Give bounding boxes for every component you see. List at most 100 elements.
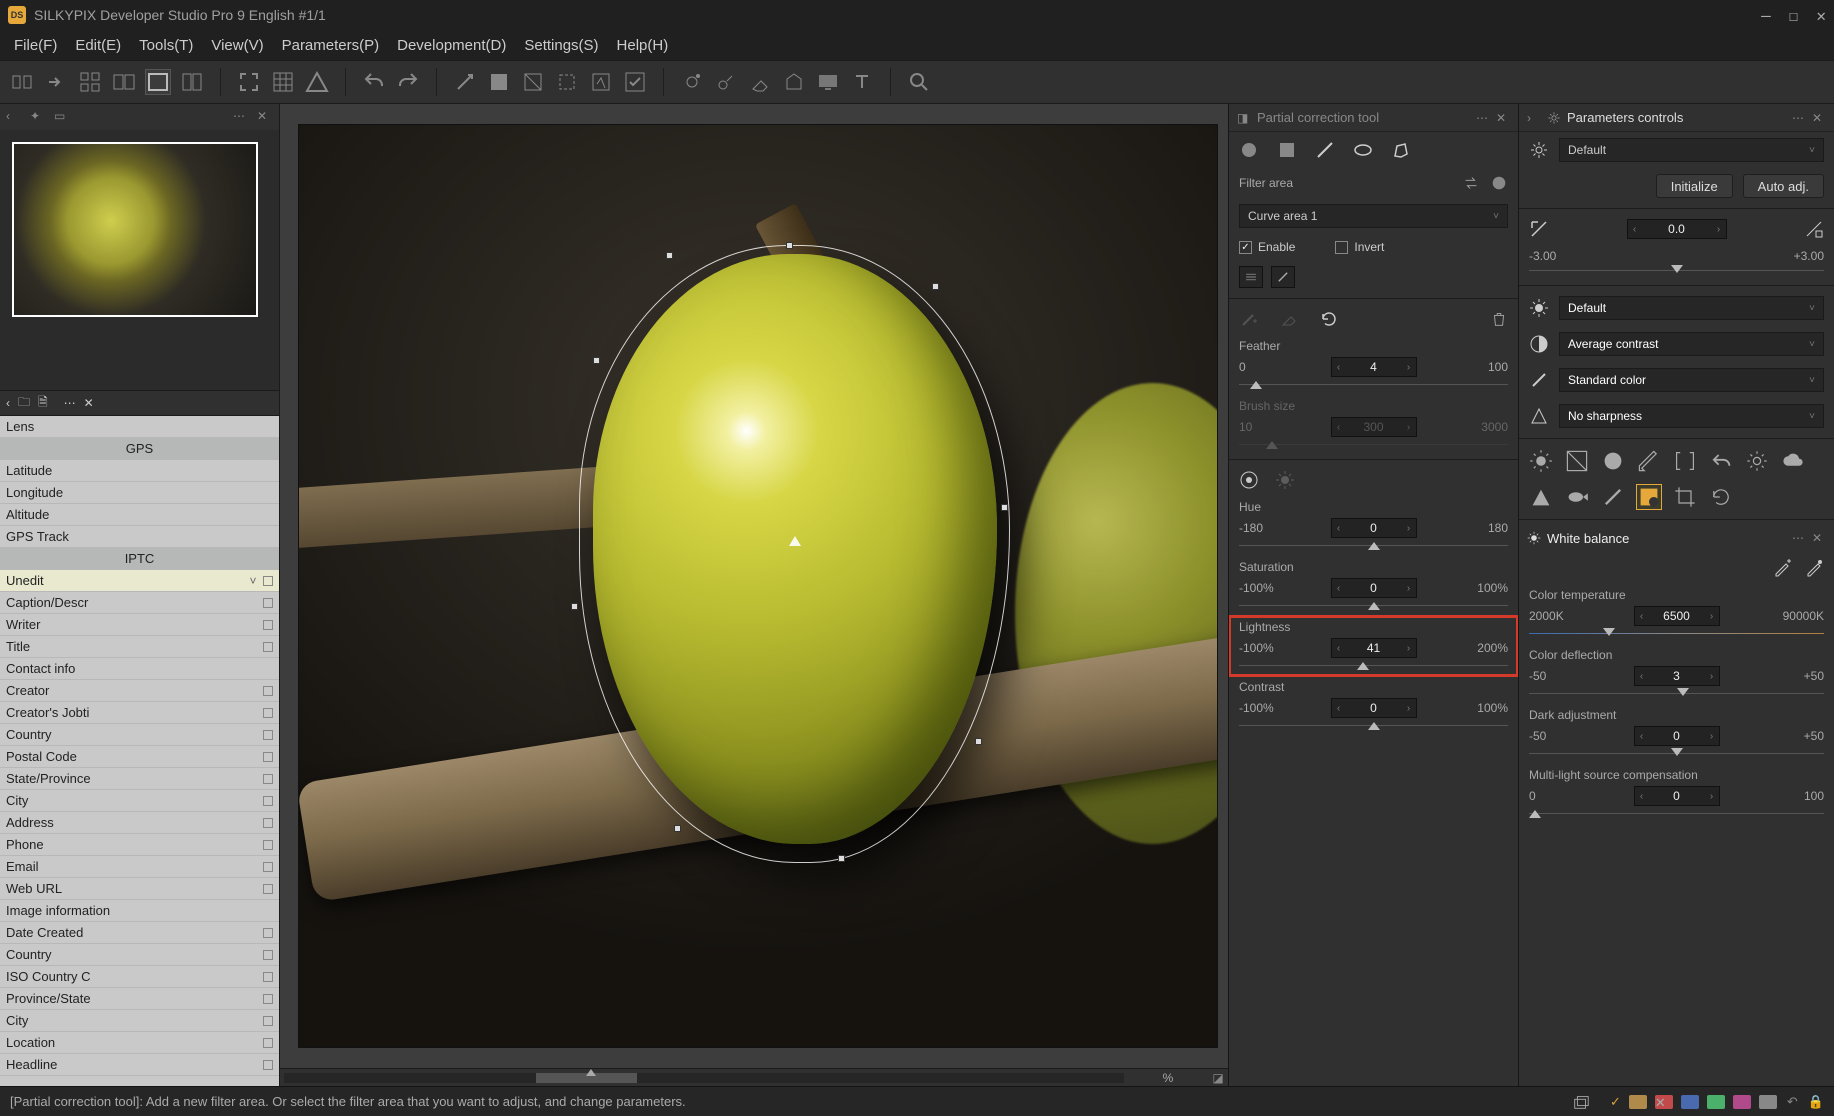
menu-settings[interactable]: Settings(S) <box>518 34 604 57</box>
toolbar-check-icon[interactable] <box>623 70 647 94</box>
toolbar-rect-select-icon[interactable] <box>521 70 545 94</box>
menu-tools[interactable]: Tools(T) <box>133 34 199 57</box>
mode-sun-icon[interactable] <box>1275 470 1295 490</box>
auto-adj-button[interactable]: Auto adj. <box>1743 174 1824 198</box>
brush-rotate-icon[interactable] <box>1319 309 1339 329</box>
panel-menu-icon[interactable]: ⋯ <box>1476 111 1490 125</box>
eyedropper-multi-icon[interactable] <box>1804 558 1824 578</box>
tg-tri-icon[interactable] <box>1529 485 1553 509</box>
toolbar-grid3-icon[interactable] <box>271 70 295 94</box>
menu-view[interactable]: View(V) <box>205 34 269 57</box>
toolbar-monitor-icon[interactable] <box>816 70 840 94</box>
status-check-icon[interactable]: ✓ <box>1610 1094 1621 1110</box>
sharpness-preset-select[interactable]: No sharpness˅ <box>1559 404 1824 428</box>
contrast-slider[interactable]: Contrast -100% ‹0› 100% <box>1229 676 1518 736</box>
left-close-icon[interactable]: ✕ <box>257 109 273 125</box>
close-button[interactable]: ✕ <box>1816 6 1826 25</box>
status-color-6[interactable] <box>1759 1095 1777 1109</box>
toolbar-brush-square-icon[interactable] <box>487 70 511 94</box>
tg-rotate-icon[interactable] <box>1709 485 1733 509</box>
status-stack-icon[interactable] <box>1572 1093 1590 1111</box>
color-temp-slider[interactable]: Color temperature 2000K ‹6500› 90000K <box>1519 584 1834 644</box>
selection-handle[interactable] <box>932 283 939 290</box>
eyedropper-add-icon[interactable] <box>1772 558 1792 578</box>
status-color-5[interactable] <box>1733 1095 1751 1109</box>
left-card-icon[interactable]: ▭ <box>54 109 70 125</box>
status-undo-icon[interactable]: ↶ <box>1787 1094 1798 1110</box>
tool-ellipse-icon[interactable] <box>1353 140 1373 160</box>
toolbar-gear-star-icon[interactable] <box>680 70 704 94</box>
tg-circle-icon[interactable] <box>1601 449 1625 473</box>
selection-handle[interactable] <box>571 603 578 610</box>
mode-color-icon[interactable] <box>1239 470 1259 490</box>
toolbar-wand-icon[interactable] <box>453 70 477 94</box>
chevron-down-icon[interactable]: ˅ <box>243 570 263 592</box>
enable-checkbox[interactable]: ✓Enable <box>1239 240 1295 254</box>
menu-parameters[interactable]: Parameters(P) <box>276 34 386 57</box>
menu-development[interactable]: Development(D) <box>391 34 512 57</box>
dark-adj-slider[interactable]: Dark adjustment -50 ‹0› +50 <box>1519 704 1834 764</box>
panel-close-icon[interactable]: ✕ <box>1812 111 1826 125</box>
metadata-list[interactable]: Lens GPS Latitude Longitude Altitude GPS… <box>0 416 279 1086</box>
toolbar-export-icon[interactable] <box>782 70 806 94</box>
meta-unedit-box[interactable] <box>263 576 273 586</box>
status-color-4[interactable] <box>1707 1095 1725 1109</box>
status-color-3[interactable] <box>1681 1095 1699 1109</box>
preset-select[interactable]: Default˅ <box>1559 138 1824 162</box>
toolbar-warning-icon[interactable] <box>305 70 329 94</box>
toolbar-grid-icon[interactable] <box>78 70 102 94</box>
tg-brush2-icon[interactable] <box>1601 485 1625 509</box>
selection-handle[interactable] <box>666 252 673 259</box>
feather-slider[interactable]: Feather 0 ‹4› 100 <box>1229 335 1518 395</box>
toolbar-gear-share-icon[interactable] <box>714 70 738 94</box>
gear-icon[interactable] <box>1529 140 1549 160</box>
invert-checkbox[interactable]: Invert <box>1335 240 1384 254</box>
left-prev-icon[interactable]: ‹ <box>6 109 22 125</box>
tg-cloud-icon[interactable] <box>1781 449 1805 473</box>
thumbnail-image[interactable] <box>12 142 258 317</box>
menu-file[interactable]: File(F) <box>8 34 63 57</box>
lightness-slider[interactable]: Lightness -100% ‹41› 200% <box>1229 616 1518 676</box>
panel-close-icon[interactable]: ✕ <box>1496 111 1510 125</box>
left-menu-icon[interactable]: ⋯ <box>233 109 249 125</box>
tg-gear-icon[interactable] <box>1745 449 1769 473</box>
saturation-slider[interactable]: Saturation -100% ‹0› 100% <box>1229 556 1518 616</box>
status-color-1[interactable] <box>1629 1095 1647 1109</box>
panel-prev-icon[interactable]: › <box>1527 111 1541 125</box>
toolbar-compare-icon[interactable] <box>180 70 204 94</box>
tg-fish-icon[interactable] <box>1565 485 1589 509</box>
tg-bracket-icon[interactable] <box>1673 449 1697 473</box>
tool-circle-icon[interactable] <box>1239 140 1259 160</box>
tool-gradient-icon[interactable] <box>1277 140 1297 160</box>
mode-sliders-icon[interactable] <box>1239 266 1263 288</box>
tg-sun-icon[interactable] <box>1529 449 1553 473</box>
brush-add-icon[interactable] <box>1239 309 1259 329</box>
toolbar-thumb-nav-icon[interactable] <box>10 70 34 94</box>
filter-swap-icon[interactable] <box>1462 174 1480 192</box>
filter-area-select[interactable]: Curve area 1˅ <box>1239 204 1508 228</box>
panel-close-icon[interactable]: ✕ <box>1812 531 1826 545</box>
tg-partial-icon[interactable] <box>1637 485 1661 509</box>
fit-screen-icon[interactable]: ◪ <box>1208 1071 1228 1085</box>
meta-unedit[interactable]: Unedit <box>6 570 243 592</box>
stepper-down-icon[interactable]: ‹ <box>1332 362 1346 373</box>
panel-menu-icon[interactable]: ⋯ <box>1792 111 1806 125</box>
left-folder-icon[interactable]: 🗀 <box>18 393 30 414</box>
tg-histogram-icon[interactable] <box>1565 449 1589 473</box>
stepper-up-icon[interactable]: › <box>1402 362 1416 373</box>
panel-menu-icon[interactable]: ⋯ <box>1792 531 1806 545</box>
toolbar-redo-icon[interactable] <box>396 70 420 94</box>
toolbar-undo-icon[interactable] <box>362 70 386 94</box>
toolbar-single-view-icon[interactable] <box>146 70 170 94</box>
toolbar-loupe-icon[interactable] <box>907 70 931 94</box>
exposure-reset-icon[interactable] <box>1804 219 1824 239</box>
contrast-preset-select[interactable]: Average contrast˅ <box>1559 332 1824 356</box>
trash-icon[interactable] <box>1490 310 1508 328</box>
tg-pen-icon[interactable] <box>1637 449 1661 473</box>
left-close2-icon[interactable]: ✕ <box>84 396 94 410</box>
color-deflection-slider[interactable]: Color deflection -50 ‹3› +50 <box>1519 644 1834 704</box>
maximize-button[interactable]: ☐ <box>1789 6 1799 25</box>
status-lock-icon[interactable]: 🔒 <box>1808 1094 1824 1110</box>
minimize-button[interactable]: — <box>1761 6 1771 25</box>
multi-light-slider[interactable]: Multi-light source compensation 0 ‹0› 10… <box>1519 764 1834 824</box>
